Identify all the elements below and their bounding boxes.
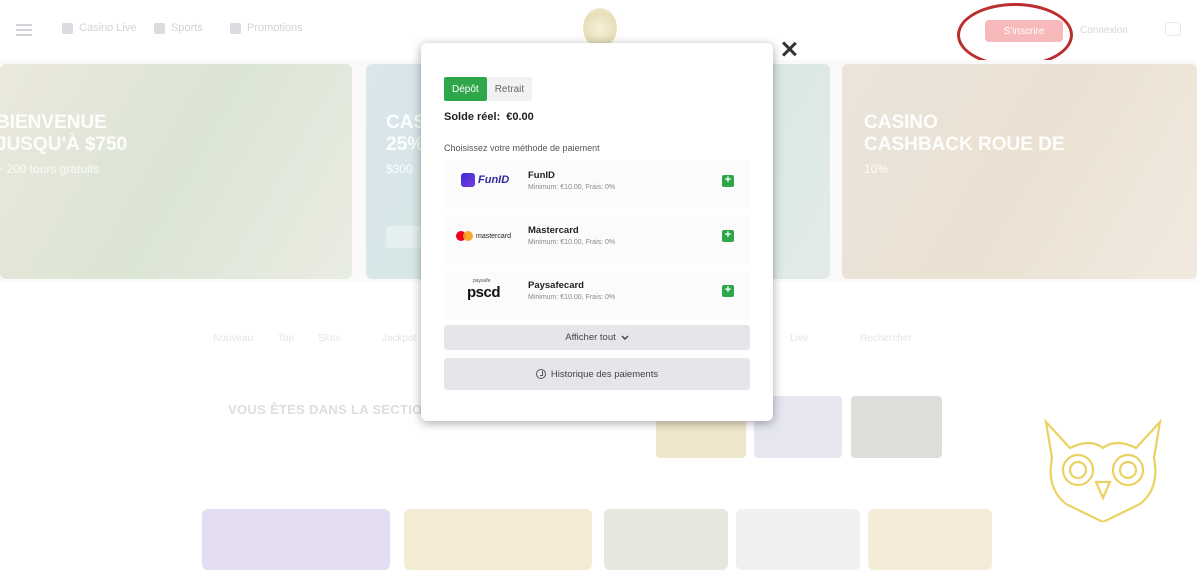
history-clock-icon [535,369,546,379]
close-modal-icon[interactable] [780,40,798,58]
tab-withdraw[interactable]: Retrait [486,77,533,101]
funid-logo-icon [461,173,475,187]
payment-history-label: Historique des paiements [550,368,659,380]
payment-method-paysafecard[interactable]: paysafe pscd Paysafecard Minimum: €10.00… [444,271,750,319]
payment-history-button[interactable]: Historique des paiements [444,358,750,390]
tab-deposit[interactable]: Dépôt [444,77,487,101]
mastercard-logo: mastercard [456,231,511,241]
payment-method-mastercard[interactable]: mastercard Mastercard Minimum: €10.00, F… [444,216,750,264]
payment-tabs: Dépôt Retrait [444,77,533,101]
method-info: Minimum: €10.00, Frais: 0% [528,184,616,191]
chevron-down-icon [621,335,629,340]
add-method-plus-icon[interactable]: + [722,230,734,242]
balance-value: €0.00 [506,111,534,123]
real-balance: Solde réel: €0.00 [444,111,534,123]
mastercard-logo-text: mastercard [476,232,512,240]
paysafecard-logo: paysafe pscd [467,278,501,301]
method-name: Paysafecard [528,280,584,291]
funid-logo-text: FunID [478,174,510,186]
add-method-plus-icon[interactable]: + [722,175,734,187]
payment-method-funid[interactable]: FunID FunID Minimum: €10.00, Frais: 0% + [444,161,750,209]
pscd-logo-text: pscd [467,284,501,301]
choose-method-label: Choisissez votre méthode de paiement [444,143,600,153]
add-method-plus-icon[interactable]: + [722,285,734,297]
funid-logo: FunID [461,173,509,187]
show-all-label: Afficher tout [565,332,616,343]
show-all-button[interactable]: Afficher tout [444,325,750,350]
method-info: Minimum: €10.00, Frais: 0% [528,294,616,301]
method-name: FunID [528,170,555,181]
payment-modal: Dépôt Retrait Solde réel: €0.00 Choisisse… [421,43,773,421]
method-name: Mastercard [528,225,579,236]
mastercard-orange-circle [463,231,473,241]
balance-label: Solde réel: [444,111,501,123]
method-info: Minimum: €10.00, Frais: 0% [528,239,616,246]
